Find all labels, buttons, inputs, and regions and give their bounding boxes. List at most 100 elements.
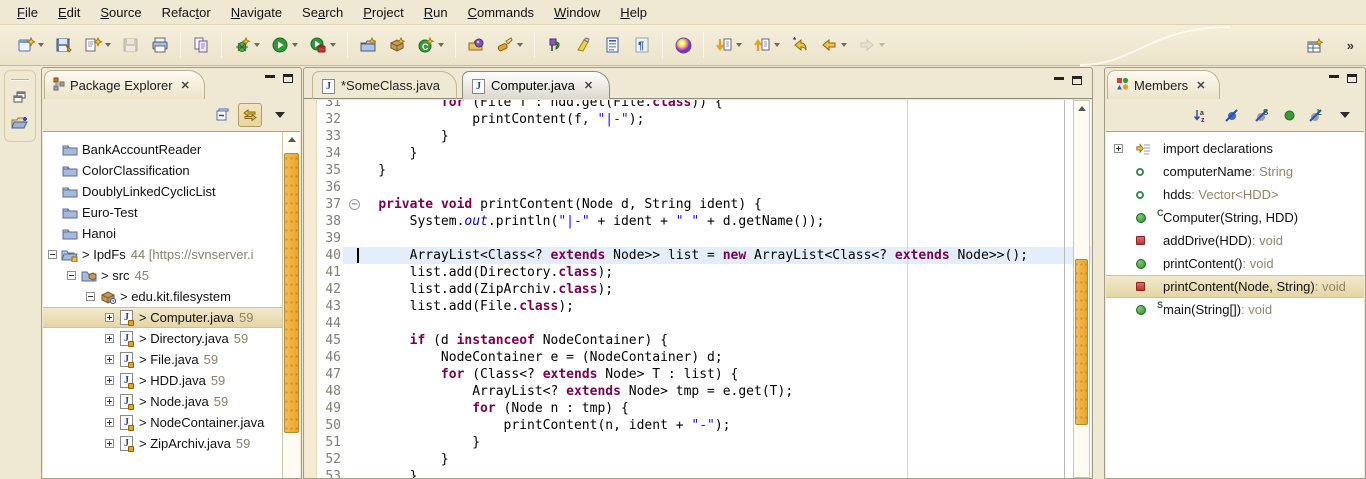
menu-help[interactable]: Help: [611, 2, 656, 23]
show-source-button[interactable]: [600, 32, 626, 58]
package-explorer-tab[interactable]: Package Explorer ✕: [44, 70, 205, 99]
expand-icon[interactable]: [105, 376, 114, 385]
debug-button[interactable]: [229, 32, 264, 58]
tree-item-colorclassification[interactable]: ColorClassification: [43, 160, 282, 181]
last-edit-location-button[interactable]: *: [787, 32, 813, 58]
expand-icon[interactable]: [105, 439, 114, 448]
tree-item-hanoi[interactable]: Hanoi: [43, 223, 282, 244]
tree-item-hdd-java[interactable]: J> HDD.java59: [43, 370, 282, 391]
menu-refactor[interactable]: Refactor: [153, 2, 220, 23]
members-tab[interactable]: Members ✕: [1107, 70, 1220, 99]
link-with-editor-button[interactable]: [238, 103, 262, 127]
sort-alphabetically-button[interactable]: az: [1189, 103, 1213, 127]
collapse-all-button[interactable]: [212, 103, 236, 127]
tree-item-file-java[interactable]: J> File.java59: [43, 349, 282, 370]
editor-tab--someclass-java[interactable]: J*SomeClass.java: [312, 71, 457, 99]
open-view-folder-icon[interactable]: [11, 116, 29, 133]
dropdown-chevron-icon[interactable]: [438, 43, 444, 47]
member-item-adddrive-hdd[interactable]: addDrive(HDD) : void: [1106, 229, 1364, 252]
back-button[interactable]: [816, 32, 851, 58]
editor-tab-computer-java[interactable]: JComputer.java✕: [462, 71, 610, 99]
tree-item-computer-java[interactable]: J> Computer.java59: [43, 307, 282, 328]
expand-icon[interactable]: [105, 313, 114, 322]
save-as-button[interactable]: [51, 32, 77, 58]
collapse-icon[interactable]: [67, 271, 76, 280]
package-explorer-close-icon[interactable]: ✕: [181, 79, 190, 92]
tab-close-icon[interactable]: ✕: [584, 79, 593, 92]
minimize-icon[interactable]: [265, 75, 275, 83]
dropdown-chevron-icon[interactable]: [736, 43, 742, 47]
tree-item-ziparchiv-java[interactable]: J> ZipArchiv.java59: [43, 433, 282, 454]
dropdown-chevron-icon[interactable]: [517, 43, 523, 47]
collapse-icon[interactable]: [86, 292, 95, 301]
menu-edit[interactable]: Edit: [49, 2, 89, 23]
hide-non-public-button[interactable]: [1277, 103, 1301, 127]
menu-run[interactable]: Run: [415, 2, 457, 23]
member-item-hdds[interactable]: hdds : Vector<HDD>: [1106, 183, 1364, 206]
view-menu-button[interactable]: [1333, 103, 1357, 127]
run-button[interactable]: [267, 32, 302, 58]
tree-item-euro-test[interactable]: Euro-Test: [43, 202, 282, 223]
mark-occurrences-button[interactable]: [571, 32, 597, 58]
open-resource-pages-button[interactable]: [188, 32, 214, 58]
dropdown-chevron-icon[interactable]: [105, 43, 111, 47]
scrollbar-up-arrow[interactable]: [1074, 101, 1089, 115]
previous-annotation-button[interactable]: [749, 32, 784, 58]
new-wizard-button[interactable]: [13, 32, 48, 58]
dropdown-chevron-icon[interactable]: [774, 43, 780, 47]
next-annotation-button[interactable]: [711, 32, 746, 58]
maximize-icon[interactable]: [283, 74, 293, 83]
search-button[interactable]: [492, 32, 527, 58]
dropdown-chevron-icon[interactable]: [254, 43, 260, 47]
menu-search[interactable]: Search: [293, 2, 352, 23]
tree-item-ipdfs[interactable]: > IpdFs44 [https://svnserver.i: [43, 244, 282, 265]
hide-static-members-button[interactable]: S: [1249, 103, 1273, 127]
collapse-icon[interactable]: [48, 250, 57, 259]
menu-file[interactable]: File: [8, 2, 47, 23]
menu-navigate[interactable]: Navigate: [222, 2, 291, 23]
tree-item-node-java[interactable]: J> Node.java59: [43, 391, 282, 412]
menu-source[interactable]: Source: [91, 2, 150, 23]
dropdown-chevron-icon[interactable]: [292, 43, 298, 47]
menu-commands[interactable]: Commands: [459, 2, 543, 23]
show-whitespace-button[interactable]: ¶: [629, 32, 655, 58]
editor-body[interactable]: 3132333435363738394041424344454647484950…: [305, 100, 1091, 478]
expand-icon[interactable]: [105, 334, 114, 343]
member-item-computer-string-hdd[interactable]: CComputer(String, HDD): [1106, 206, 1364, 229]
scrollbar-thumb[interactable]: [284, 153, 299, 433]
scrollbar-thumb[interactable]: [1075, 259, 1088, 425]
member-item-import-declarations[interactable]: import declarations: [1106, 137, 1364, 160]
scrollbar-up-arrow[interactable]: [283, 132, 300, 146]
expand-icon[interactable]: [1114, 144, 1123, 153]
new-package-button[interactable]: [384, 32, 410, 58]
print-button[interactable]: [147, 32, 173, 58]
tree-item-directory-java[interactable]: J> Directory.java59: [43, 328, 282, 349]
annotation-ruler[interactable]: [305, 100, 317, 478]
dropdown-chevron-icon[interactable]: [841, 43, 847, 47]
minimize-icon[interactable]: [1329, 75, 1339, 83]
new-file-button[interactable]: [80, 32, 115, 58]
menu-project[interactable]: Project: [354, 2, 412, 23]
open-type-button[interactable]: [463, 32, 489, 58]
member-item-printcontent[interactable]: printContent() : void: [1106, 252, 1364, 275]
member-item-printcontent-node-string[interactable]: printContent(Node, String) : void: [1106, 275, 1364, 298]
tree-item-doublylinkedcycliclist[interactable]: DoublyLinkedCyclicList: [43, 181, 282, 202]
expand-icon[interactable]: [105, 418, 114, 427]
color-sphere-button[interactable]: [670, 32, 696, 58]
expand-icon[interactable]: [1114, 144, 1136, 153]
restore-views-icon[interactable]: [13, 91, 27, 106]
expand-icon[interactable]: [105, 355, 114, 364]
dropdown-chevron-icon[interactable]: [879, 43, 885, 47]
run-external-tools-button[interactable]: [305, 32, 340, 58]
open-perspective-button[interactable]: [1303, 33, 1329, 59]
dropdown-chevron-icon[interactable]: [38, 43, 44, 47]
editor-scrollbar[interactable]: [1073, 100, 1090, 478]
dropdown-chevron-icon[interactable]: [330, 43, 336, 47]
new-class-button[interactable]: C: [413, 32, 448, 58]
expand-icon[interactable]: [105, 397, 114, 406]
maximize-icon[interactable]: [1072, 76, 1082, 85]
maximize-icon[interactable]: [1347, 74, 1357, 83]
tree-item-bankaccountreader[interactable]: BankAccountReader: [43, 139, 282, 160]
member-item-computername[interactable]: computerName : String: [1106, 160, 1364, 183]
members-close-icon[interactable]: ✕: [1196, 79, 1205, 92]
